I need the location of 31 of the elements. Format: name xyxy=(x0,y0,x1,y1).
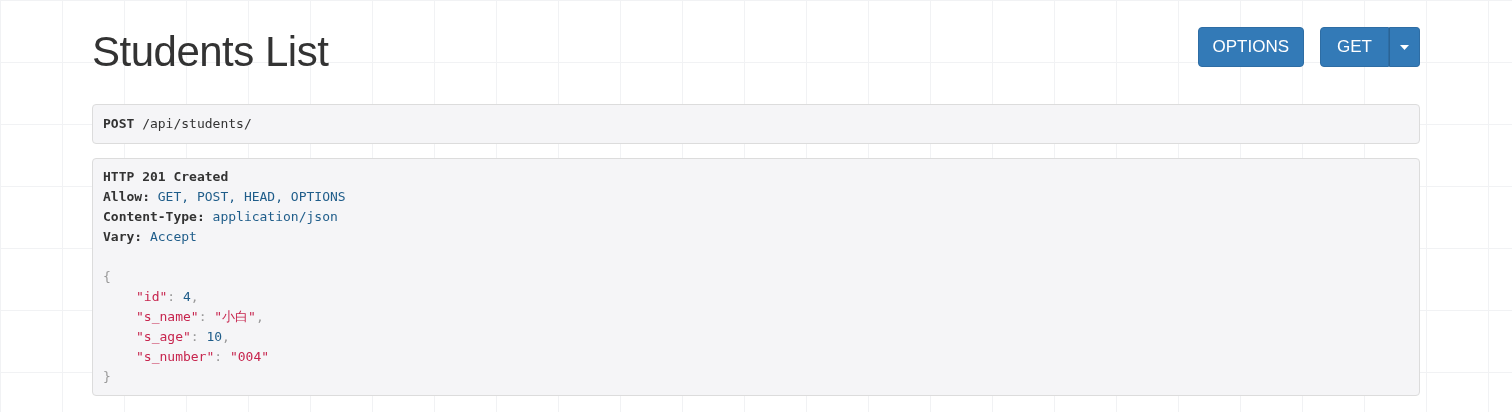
header-name: Vary: xyxy=(103,229,143,244)
dropdown-toggle[interactable] xyxy=(1389,27,1420,67)
options-button[interactable]: OPTIONS xyxy=(1197,27,1305,67)
json-comma: , xyxy=(190,289,199,304)
json-value: "004" xyxy=(229,349,270,364)
page-title: Students List xyxy=(92,28,329,76)
response-status: HTTP 201 Created xyxy=(103,169,229,184)
json-brace: } xyxy=(103,369,111,384)
json-colon: : xyxy=(198,309,207,324)
json-comma: , xyxy=(222,329,230,344)
json-comma: , xyxy=(255,309,264,324)
header-name: Content-Type: xyxy=(103,209,205,224)
json-colon: : xyxy=(190,329,199,344)
json-brace: { xyxy=(103,269,111,284)
json-value: "小白" xyxy=(214,309,256,324)
json-key: "s_name" xyxy=(136,309,199,324)
json-key: "s_number" xyxy=(136,349,215,364)
header-name: Allow: xyxy=(103,189,150,204)
header-value: application/json xyxy=(212,209,338,224)
get-button[interactable]: GET xyxy=(1320,27,1389,67)
json-key: "s_age" xyxy=(136,329,191,344)
json-key: "id" xyxy=(136,289,168,304)
header-value: GET, POST, HEAD, OPTIONS xyxy=(157,189,346,204)
json-value: 10 xyxy=(206,329,223,344)
request-method: POST xyxy=(103,116,135,131)
json-colon: : xyxy=(214,349,223,364)
caret-icon xyxy=(1400,44,1409,50)
request-path: /api/students/ xyxy=(142,116,252,131)
header-value: Accept xyxy=(149,229,197,244)
json-value: 4 xyxy=(182,289,191,304)
json-colon: : xyxy=(167,289,176,304)
